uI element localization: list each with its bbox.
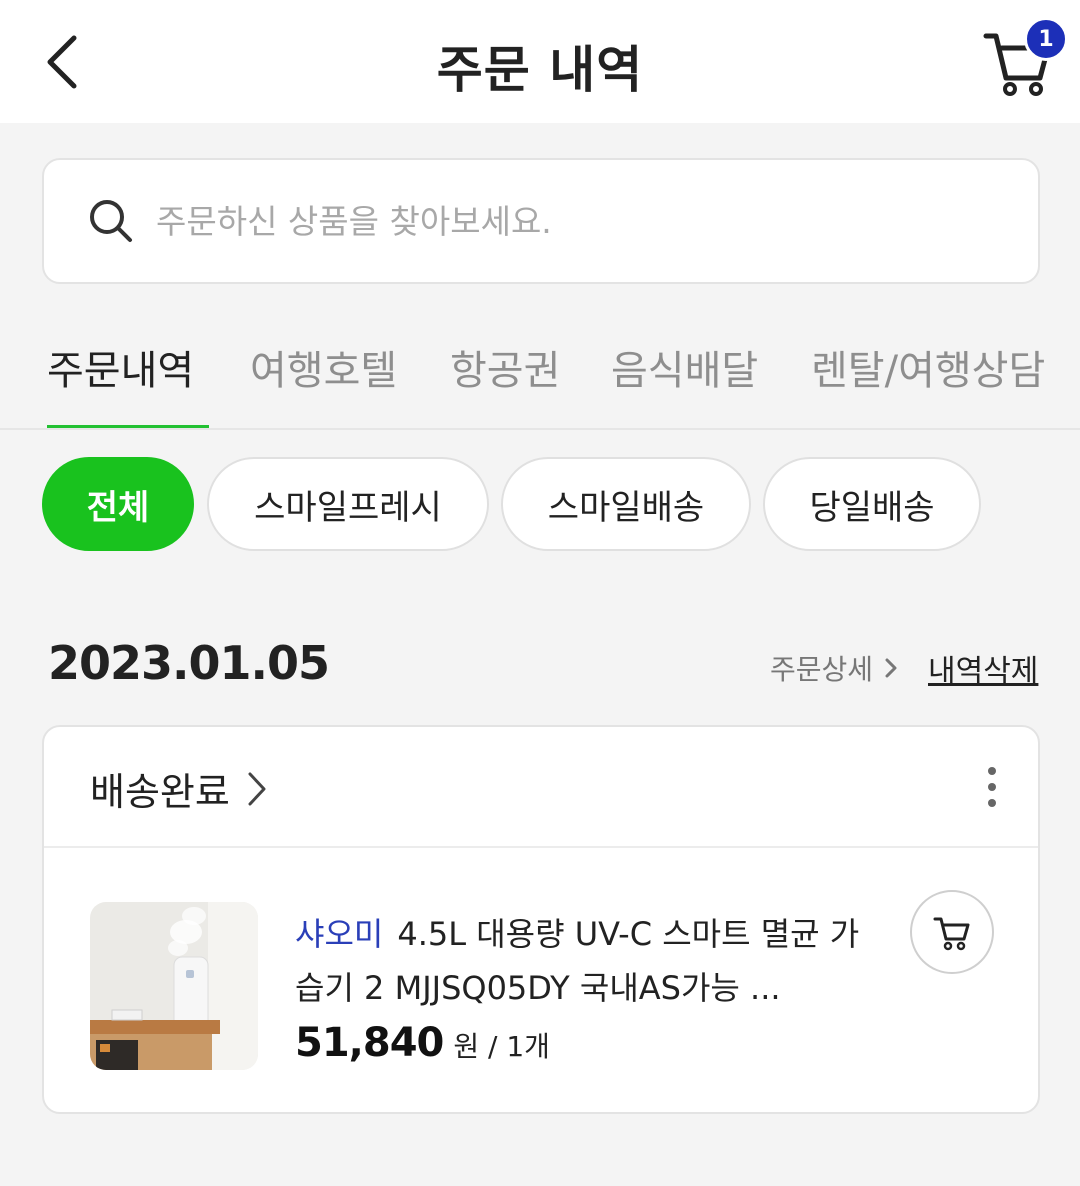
search-icon <box>90 200 132 242</box>
order-detail-link[interactable]: 주문상세 <box>770 648 901 688</box>
product-thumbnail[interactable] <box>90 902 258 1070</box>
order-card-header: 배송완료 <box>44 727 1038 848</box>
tab-order-history[interactable]: 주문내역 <box>47 338 194 396</box>
price-unit-quantity: 원 / 1개 <box>453 1030 550 1063</box>
more-dot-icon <box>988 799 996 807</box>
humidifier-image <box>90 902 258 1070</box>
chevron-right-icon <box>248 772 266 805</box>
add-to-cart-button[interactable] <box>910 890 994 974</box>
more-dot-icon <box>988 767 996 775</box>
product-price: 51,840 <box>295 1020 444 1066</box>
more-options-button[interactable] <box>972 763 1012 811</box>
filter-same-day[interactable]: 당일배송 <box>763 457 981 551</box>
search-bar[interactable] <box>42 158 1040 284</box>
tab-travel-hotel[interactable]: 여행호텔 <box>250 338 397 396</box>
filter-smile-fresh[interactable]: 스마일프레시 <box>207 457 489 551</box>
top-bar: 주문 내역 1 <box>0 0 1080 123</box>
page-title: 주문 내역 <box>436 41 644 99</box>
search-input[interactable] <box>156 201 976 241</box>
delivery-status-link[interactable]: 배송완료 <box>90 761 270 816</box>
cart-count-badge: 1 <box>1024 17 1068 61</box>
category-tabs: 주문내역 여행호텔 항공권 음식배달 렌탈/여행상담 <box>0 318 1080 430</box>
order-date: 2023.01.05 <box>48 636 330 690</box>
product-title[interactable]: 샤오미 4.5L 대용량 UV-C 스마트 멸균 가습기 2 MJJSQ05DY … <box>295 907 875 1015</box>
delete-history-link[interactable]: 내역삭제 <box>928 646 1038 690</box>
chevron-right-icon <box>885 658 897 678</box>
order-card: 배송완료 샤오미 4.5L 대용량 UV-C 스마트 멸균 가습기 2 MJJS… <box>42 725 1040 1114</box>
tab-flights[interactable]: 항공권 <box>450 338 560 396</box>
more-dot-icon <box>988 783 996 791</box>
tab-food-delivery[interactable]: 음식배달 <box>611 338 758 396</box>
active-tab-indicator <box>47 425 209 428</box>
delivery-status-label: 배송완료 <box>90 770 230 814</box>
filter-smile-delivery[interactable]: 스마일배송 <box>501 457 751 551</box>
tab-rental-travel[interactable]: 렌탈/여행상담 <box>811 338 1045 396</box>
order-detail-label: 주문상세 <box>770 653 874 686</box>
cart-icon <box>933 917 970 951</box>
product-brand: 샤오미 <box>295 915 384 953</box>
price-line: 51,840 원 / 1개 <box>295 1020 550 1066</box>
filter-all[interactable]: 전체 <box>42 457 194 551</box>
